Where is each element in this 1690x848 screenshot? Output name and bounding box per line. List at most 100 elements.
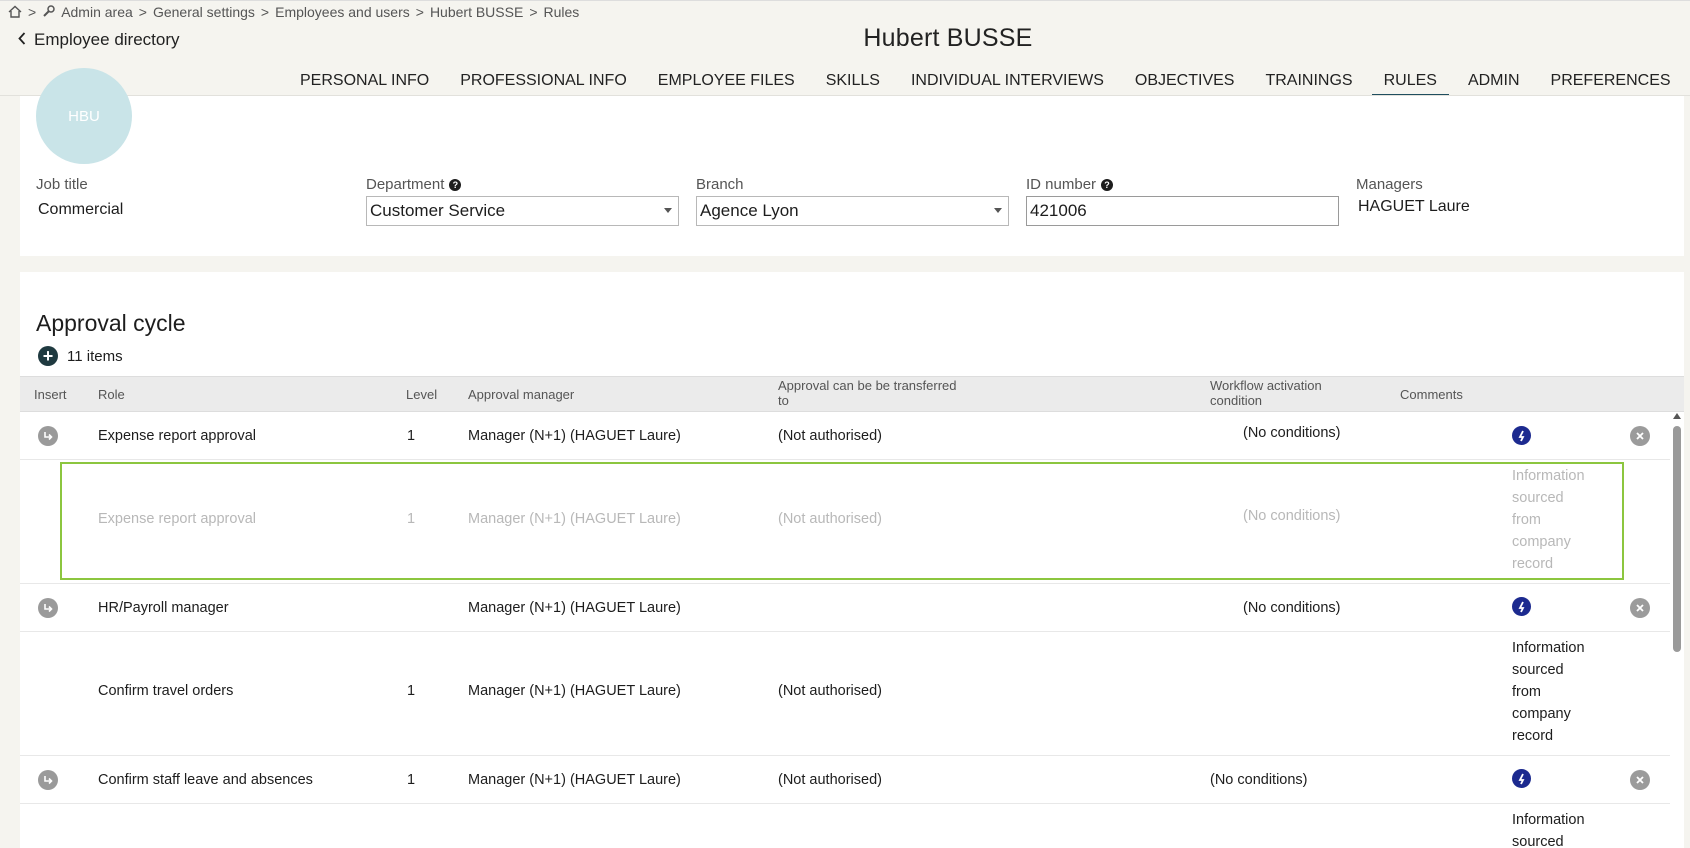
- col-comments: Comments: [1400, 387, 1463, 402]
- add-item-icon[interactable]: +: [38, 346, 58, 366]
- breadcrumb-item-employees-users[interactable]: Employees and users: [275, 4, 410, 20]
- department-label: Department: [366, 176, 445, 193]
- managers-value: HAGUET Laure: [1358, 198, 1470, 215]
- wrench-icon: [42, 5, 55, 18]
- breadcrumb-sep: >: [529, 3, 538, 20]
- tab-bar: PERSONAL INFO PROFESSIONAL INFO EMPLOYEE…: [288, 70, 1690, 96]
- branch-value: Agence Lyon: [700, 201, 799, 220]
- row-comment: Information sourced from company record: [1512, 640, 1585, 744]
- info-icon[interactable]: [1512, 597, 1531, 616]
- breadcrumb-sep: >: [415, 3, 424, 20]
- help-icon[interactable]: ?: [449, 178, 462, 191]
- col-level: Level: [406, 387, 438, 402]
- row-manager: Manager (N+1) (HAGUET Laure): [468, 683, 681, 699]
- breadcrumb-item-rules: Rules: [543, 3, 580, 20]
- tab-professional-info[interactable]: PROFESSIONAL INFO: [448, 70, 639, 96]
- row-condition: (No conditions): [1210, 772, 1308, 788]
- approval-cycle-card: Approval cycle + 11 items Insert Role Le…: [20, 272, 1684, 848]
- insert-arrow-icon[interactable]: [38, 598, 58, 618]
- items-summary: + 11 items: [38, 346, 123, 366]
- row-manager: Manager (N+1) (HAGUET Laure): [468, 772, 681, 788]
- row-role: HR/Payroll manager: [98, 600, 229, 616]
- col-role: Role: [98, 387, 125, 402]
- section-title: Approval cycle: [36, 310, 186, 336]
- department-select[interactable]: Customer Service: [366, 196, 679, 226]
- id-number-input[interactable]: 421006: [1026, 196, 1339, 226]
- info-icon[interactable]: [1512, 426, 1531, 445]
- managers-field: Managers HAGUET Laure: [1356, 176, 1656, 216]
- delete-icon[interactable]: [1630, 598, 1650, 618]
- row-level: 1: [407, 772, 416, 788]
- items-count: 11 items: [67, 347, 123, 365]
- job-title-label: Job title: [36, 176, 88, 193]
- row-transfer: (Not authorised): [778, 683, 882, 699]
- tab-individual-interviews[interactable]: INDIVIDUAL INTERVIEWS: [899, 70, 1116, 96]
- col-approval-manager: Approval manager: [468, 387, 575, 402]
- col-workflow-condition: Workflow activation condition: [1210, 378, 1322, 408]
- caret-down-icon: [994, 208, 1002, 213]
- department-value: Customer Service: [370, 201, 506, 220]
- row-transfer: (Not authorised): [778, 428, 882, 444]
- branch-label: Branch: [696, 176, 744, 193]
- caret-down-icon: [664, 208, 672, 213]
- breadcrumb-item-general-settings[interactable]: General settings: [153, 4, 255, 20]
- table-scrollbar[interactable]: [1670, 412, 1684, 848]
- insert-arrow-icon[interactable]: [38, 426, 58, 446]
- id-number-label: ID number: [1026, 176, 1097, 193]
- tab-employee-files[interactable]: EMPLOYEE FILES: [646, 70, 807, 96]
- id-number-field: ID number ? 421006: [1026, 176, 1339, 226]
- row-condition: (No conditions): [1243, 425, 1341, 441]
- breadcrumb-item-admin-area[interactable]: Admin area: [61, 4, 133, 20]
- row-level: 1: [407, 428, 416, 444]
- tab-preferences[interactable]: PREFERENCES: [1539, 70, 1683, 96]
- job-title-value: Commercial: [38, 201, 124, 218]
- table-row[interactable]: Confirm staff leave and absences 1 Manag…: [20, 756, 1684, 804]
- row-manager: Manager (N+1) (HAGUET Laure): [468, 428, 681, 444]
- table-row-preview: Expense report approval 1 Manager (N+1) …: [20, 460, 1684, 584]
- home-icon[interactable]: [8, 5, 22, 18]
- info-icon[interactable]: [1512, 769, 1531, 788]
- breadcrumb-sep: >: [138, 3, 147, 20]
- row-condition: (No conditions): [1243, 508, 1341, 524]
- tab-objectives[interactable]: OBJECTIVES: [1123, 70, 1247, 96]
- avatar[interactable]: HBU: [36, 68, 132, 164]
- delete-icon[interactable]: [1630, 770, 1650, 790]
- profile-card: HBU Job title Commercial Department ? Cu…: [20, 68, 1684, 256]
- job-title-field: Job title Commercial: [36, 176, 336, 219]
- breadcrumb: > Admin area > General settings > Employ…: [0, 0, 1690, 22]
- tab-trainings[interactable]: TRAININGS: [1253, 70, 1364, 96]
- table-header: Insert Role Level Approval manager Appro…: [20, 376, 1684, 412]
- managers-label: Managers: [1356, 176, 1423, 193]
- breadcrumb-item-employee[interactable]: Hubert BUSSE: [430, 4, 523, 20]
- id-number-value: 421006: [1030, 201, 1087, 220]
- tab-personal-info[interactable]: PERSONAL INFO: [288, 70, 441, 96]
- department-field: Department ? Customer Service: [366, 176, 679, 226]
- branch-field: Branch Agence Lyon: [696, 176, 1009, 226]
- scroll-up-icon[interactable]: [1673, 413, 1681, 419]
- row-role: Confirm staff leave and absences: [98, 772, 313, 788]
- help-icon[interactable]: ?: [1101, 178, 1114, 191]
- insert-arrow-icon[interactable]: [38, 770, 58, 790]
- col-insert: Insert: [34, 387, 67, 402]
- row-role: Confirm travel orders: [98, 683, 234, 699]
- row-manager: Manager (N+1) (HAGUET Laure): [468, 600, 681, 616]
- row-condition: (No conditions): [1243, 600, 1341, 616]
- delete-icon[interactable]: [1630, 426, 1650, 446]
- row-comment: Information sourced from company record: [1512, 468, 1585, 572]
- table-row[interactable]: HR/Payroll manager Manager (N+1) (HAGUET…: [20, 584, 1684, 632]
- breadcrumb-sep: >: [260, 3, 270, 20]
- row-comment: Information sourced: [1512, 812, 1585, 848]
- table-row[interactable]: Expense report approval 1 Manager (N+1) …: [20, 412, 1684, 460]
- tab-skills[interactable]: SKILLS: [814, 70, 892, 96]
- scroll-thumb[interactable]: [1673, 426, 1681, 652]
- table-row[interactable]: Information sourced: [20, 804, 1684, 848]
- row-transfer: (Not authorised): [778, 511, 882, 527]
- col-transfer: Approval can be be transferred to: [778, 378, 957, 408]
- row-role: Expense report approval: [98, 428, 256, 444]
- row-level: 1: [407, 511, 416, 527]
- tab-rules[interactable]: RULES: [1371, 70, 1449, 96]
- breadcrumb-sep: >: [28, 3, 37, 20]
- branch-select[interactable]: Agence Lyon: [696, 196, 1009, 226]
- tab-admin[interactable]: ADMIN: [1456, 70, 1532, 96]
- table-row[interactable]: Confirm travel orders 1 Manager (N+1) (H…: [20, 632, 1684, 756]
